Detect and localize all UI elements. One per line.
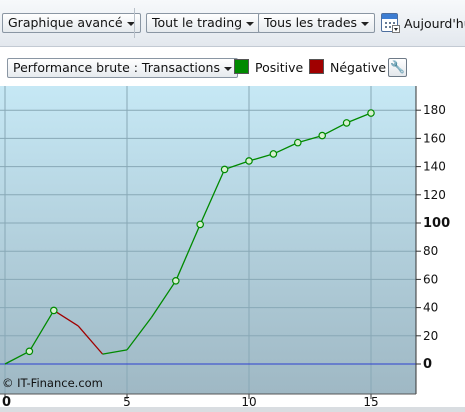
data-point-marker bbox=[25, 347, 34, 356]
y-tick-label: 100 bbox=[423, 216, 450, 231]
y-tick-label: 80 bbox=[423, 244, 438, 258]
data-point-marker bbox=[220, 165, 229, 174]
axis-corner bbox=[416, 395, 465, 407]
performance-chart: 0204060801001201401601800 5 10 15 bbox=[0, 86, 465, 410]
y-tick-label: 60 bbox=[423, 272, 438, 286]
data-point-marker bbox=[367, 109, 375, 117]
data-point-marker bbox=[293, 138, 302, 147]
y-tick-label: 20 bbox=[423, 329, 438, 343]
copyright-credit: © IT-Finance.com bbox=[2, 376, 103, 390]
data-point-marker bbox=[245, 157, 253, 165]
y-tick-label: 0 bbox=[423, 357, 432, 372]
data-point-marker bbox=[49, 306, 58, 315]
plot-background bbox=[0, 86, 416, 394]
data-point-marker bbox=[269, 150, 278, 158]
data-point-marker bbox=[342, 119, 351, 127]
data-point-marker bbox=[196, 220, 205, 229]
data-point-marker bbox=[318, 131, 327, 140]
y-tick-label: 120 bbox=[423, 188, 446, 202]
y-tick-label: 160 bbox=[423, 131, 446, 145]
y-tick-label: 180 bbox=[423, 103, 446, 117]
data-point-marker bbox=[172, 277, 180, 285]
y-tick-label: 140 bbox=[423, 160, 446, 174]
y-tick-label: 40 bbox=[423, 301, 438, 315]
horizontal-scrollbar[interactable] bbox=[0, 407, 465, 412]
